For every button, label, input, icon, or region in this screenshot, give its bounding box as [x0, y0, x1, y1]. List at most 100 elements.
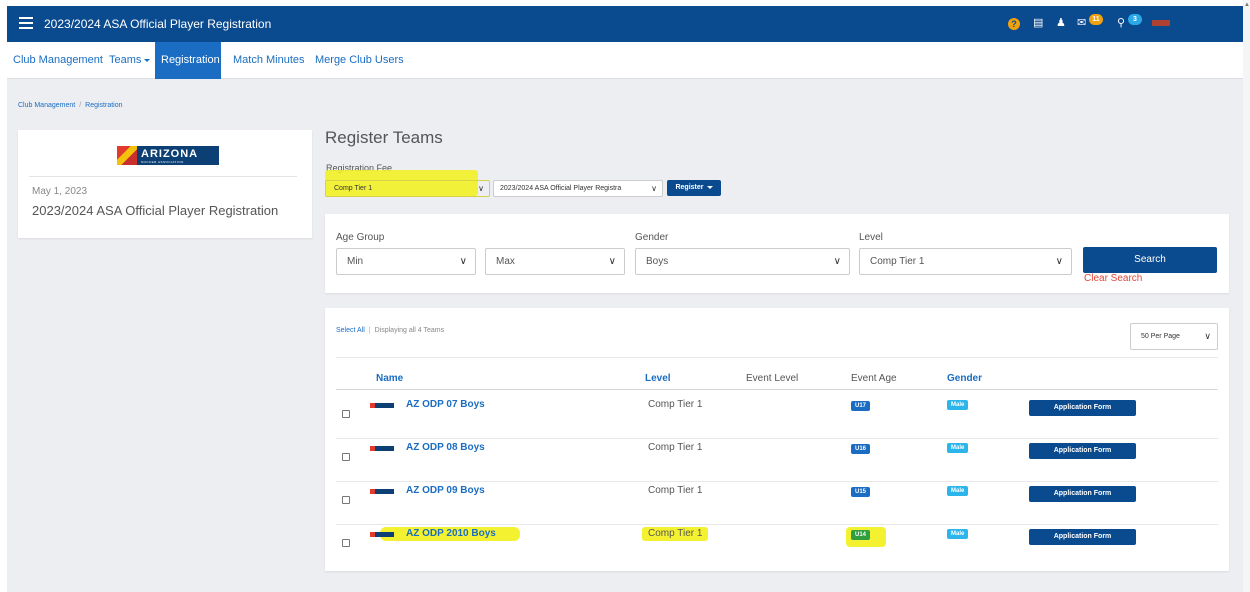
level-label: Level [859, 232, 883, 243]
team-name-link[interactable]: AZ ODP 09 Boys [406, 485, 485, 496]
team-level: Comp Tier 1 [648, 485, 703, 496]
header-level[interactable]: Level [645, 373, 671, 384]
team-logo [370, 403, 394, 408]
toolbar-separator: | [368, 327, 371, 334]
main-nav: Club Management Teams Registration Match… [7, 42, 1243, 79]
toolbar-divider [336, 357, 1218, 358]
mail-icon[interactable]: ✉ [1077, 16, 1086, 30]
chevron-down-icon: ∨ [459, 256, 467, 267]
chat-icon[interactable]: ⚲ [1117, 16, 1125, 30]
per-page-select[interactable]: 50 Per Page ∨ [1130, 323, 1218, 350]
list-icon[interactable]: ▤ [1033, 16, 1043, 30]
chevron-down-icon: ∨ [649, 181, 657, 196]
chevron-down-icon: ∨ [1204, 331, 1211, 341]
team-logo [370, 532, 394, 537]
displaying-count: Displaying all 4 Teams [374, 327, 445, 334]
row-checkbox[interactable] [342, 410, 350, 418]
gender-badge: Male [947, 529, 969, 539]
application-form-button[interactable]: Application Form [1029, 486, 1136, 502]
logo-text: ARIZONA [141, 148, 199, 160]
application-form-button[interactable]: Application Form [1029, 529, 1136, 545]
team-logo [370, 446, 394, 451]
nav-match-minutes[interactable]: Match Minutes [227, 42, 311, 79]
age-min-value: Min [347, 256, 364, 267]
header-event-age: Event Age [851, 373, 897, 384]
team-name-link[interactable]: AZ ODP 08 Boys [406, 442, 485, 453]
gender-label: Gender [635, 232, 669, 243]
registration-fee-select[interactable]: Comp Tier 1 ∨ [325, 180, 490, 197]
team-logo [370, 489, 394, 494]
chevron-down-icon [706, 185, 713, 189]
table-row: AZ ODP 09 Boys Comp Tier 1 U15 Male Appl… [336, 482, 1218, 525]
event-age-badge: U14 [851, 530, 871, 540]
event-title: 2023/2024 ASA Official Player Registrati… [32, 203, 279, 218]
register-button-label: Register [675, 184, 704, 191]
event-age-badge: U17 [851, 401, 871, 411]
register-button[interactable]: Register [667, 180, 721, 196]
registration-fee-value: Comp Tier 1 [334, 185, 373, 192]
select-all-link[interactable]: Select All [336, 327, 365, 334]
gender-select[interactable]: Boys ∨ [635, 248, 850, 275]
table-row: AZ ODP 2010 Boys Comp Tier 1 U14 Male Ap… [336, 525, 1218, 568]
age-group-label: Age Group [336, 232, 385, 243]
header-divider [336, 389, 1218, 390]
event-age-badge: U16 [851, 444, 871, 454]
filter-panel: Age Group Min ∨ Max ∨ Gender Boys ∨ Leve… [325, 214, 1229, 293]
search-button[interactable]: Search [1083, 247, 1217, 273]
app-frame: 2023/2024 ASA Official Player Registrati… [7, 6, 1243, 592]
header-event-level: Event Level [746, 373, 799, 384]
user-icon[interactable]: ♟ [1056, 16, 1066, 30]
app-title: 2023/2024 ASA Official Player Registrati… [44, 17, 272, 31]
breadcrumb: Club Management / Registration [18, 102, 123, 109]
team-name-link[interactable]: AZ ODP 07 Boys [406, 399, 485, 410]
event-age-badge: U15 [851, 487, 871, 497]
nav-club-management[interactable]: Club Management [7, 42, 109, 79]
row-checkbox[interactable] [342, 496, 350, 504]
mail-count-badge: 11 [1089, 14, 1103, 25]
scroll-up-icon[interactable]: ▲ [1244, 2, 1250, 8]
row-checkbox[interactable] [342, 539, 350, 547]
per-page-value: 50 Per Page [1141, 333, 1180, 340]
row-checkbox[interactable] [342, 453, 350, 461]
gender-value: Boys [646, 256, 669, 267]
header-name[interactable]: Name [376, 373, 403, 384]
card-divider [29, 176, 297, 177]
clear-search-link[interactable]: Clear Search [1084, 273, 1142, 284]
nav-teams[interactable]: Teams [103, 42, 156, 79]
logo-subtext: SOCCER ASSOCIATION [141, 160, 184, 164]
top-bar: 2023/2024 ASA Official Player Registrati… [7, 6, 1243, 42]
help-icon[interactable]: ? [1008, 18, 1020, 30]
team-level: Comp Tier 1 [648, 399, 703, 410]
event-card: ARIZONA SOCCER ASSOCIATION May 1, 2023 2… [18, 130, 312, 238]
event-select-value: 2023/2024 ASA Official Player Registra [500, 185, 622, 192]
table-row: AZ ODP 07 Boys Comp Tier 1 U17 Male Appl… [336, 396, 1218, 439]
table-row: AZ ODP 08 Boys Comp Tier 1 U16 Male Appl… [336, 439, 1218, 482]
logo-flag-icon [117, 146, 137, 165]
window-scrollbar[interactable]: ▲ [1243, 0, 1250, 592]
nav-teams-label: Teams [109, 54, 142, 66]
club-avatar[interactable] [1152, 20, 1170, 26]
chevron-down-icon: ∨ [478, 184, 484, 193]
header-gender[interactable]: Gender [947, 373, 982, 384]
table-toolbar: Select All | Displaying all 4 Teams [336, 327, 444, 334]
event-date: May 1, 2023 [32, 186, 88, 197]
gender-badge: Male [947, 443, 969, 453]
chat-count-badge: 3 [1128, 14, 1142, 25]
age-min-select[interactable]: Min ∨ [336, 248, 476, 275]
breadcrumb-separator: / [79, 102, 82, 109]
nav-merge-club-users[interactable]: Merge Club Users [309, 42, 410, 79]
menu-icon[interactable] [19, 17, 33, 29]
nav-registration[interactable]: Registration [155, 42, 221, 79]
event-select[interactable]: 2023/2024 ASA Official Player Registra ∨ [493, 180, 663, 197]
level-select[interactable]: Comp Tier 1 ∨ [859, 248, 1072, 275]
team-level: Comp Tier 1 [648, 442, 703, 453]
team-name-link[interactable]: AZ ODP 2010 Boys [406, 528, 496, 539]
page-title: Register Teams [325, 128, 443, 147]
age-max-value: Max [496, 256, 515, 267]
breadcrumb-club-management[interactable]: Club Management [18, 102, 75, 109]
level-value: Comp Tier 1 [870, 256, 925, 267]
age-max-select[interactable]: Max ∨ [485, 248, 625, 275]
application-form-button[interactable]: Application Form [1029, 443, 1136, 459]
breadcrumb-registration[interactable]: Registration [85, 102, 122, 109]
application-form-button[interactable]: Application Form [1029, 400, 1136, 416]
